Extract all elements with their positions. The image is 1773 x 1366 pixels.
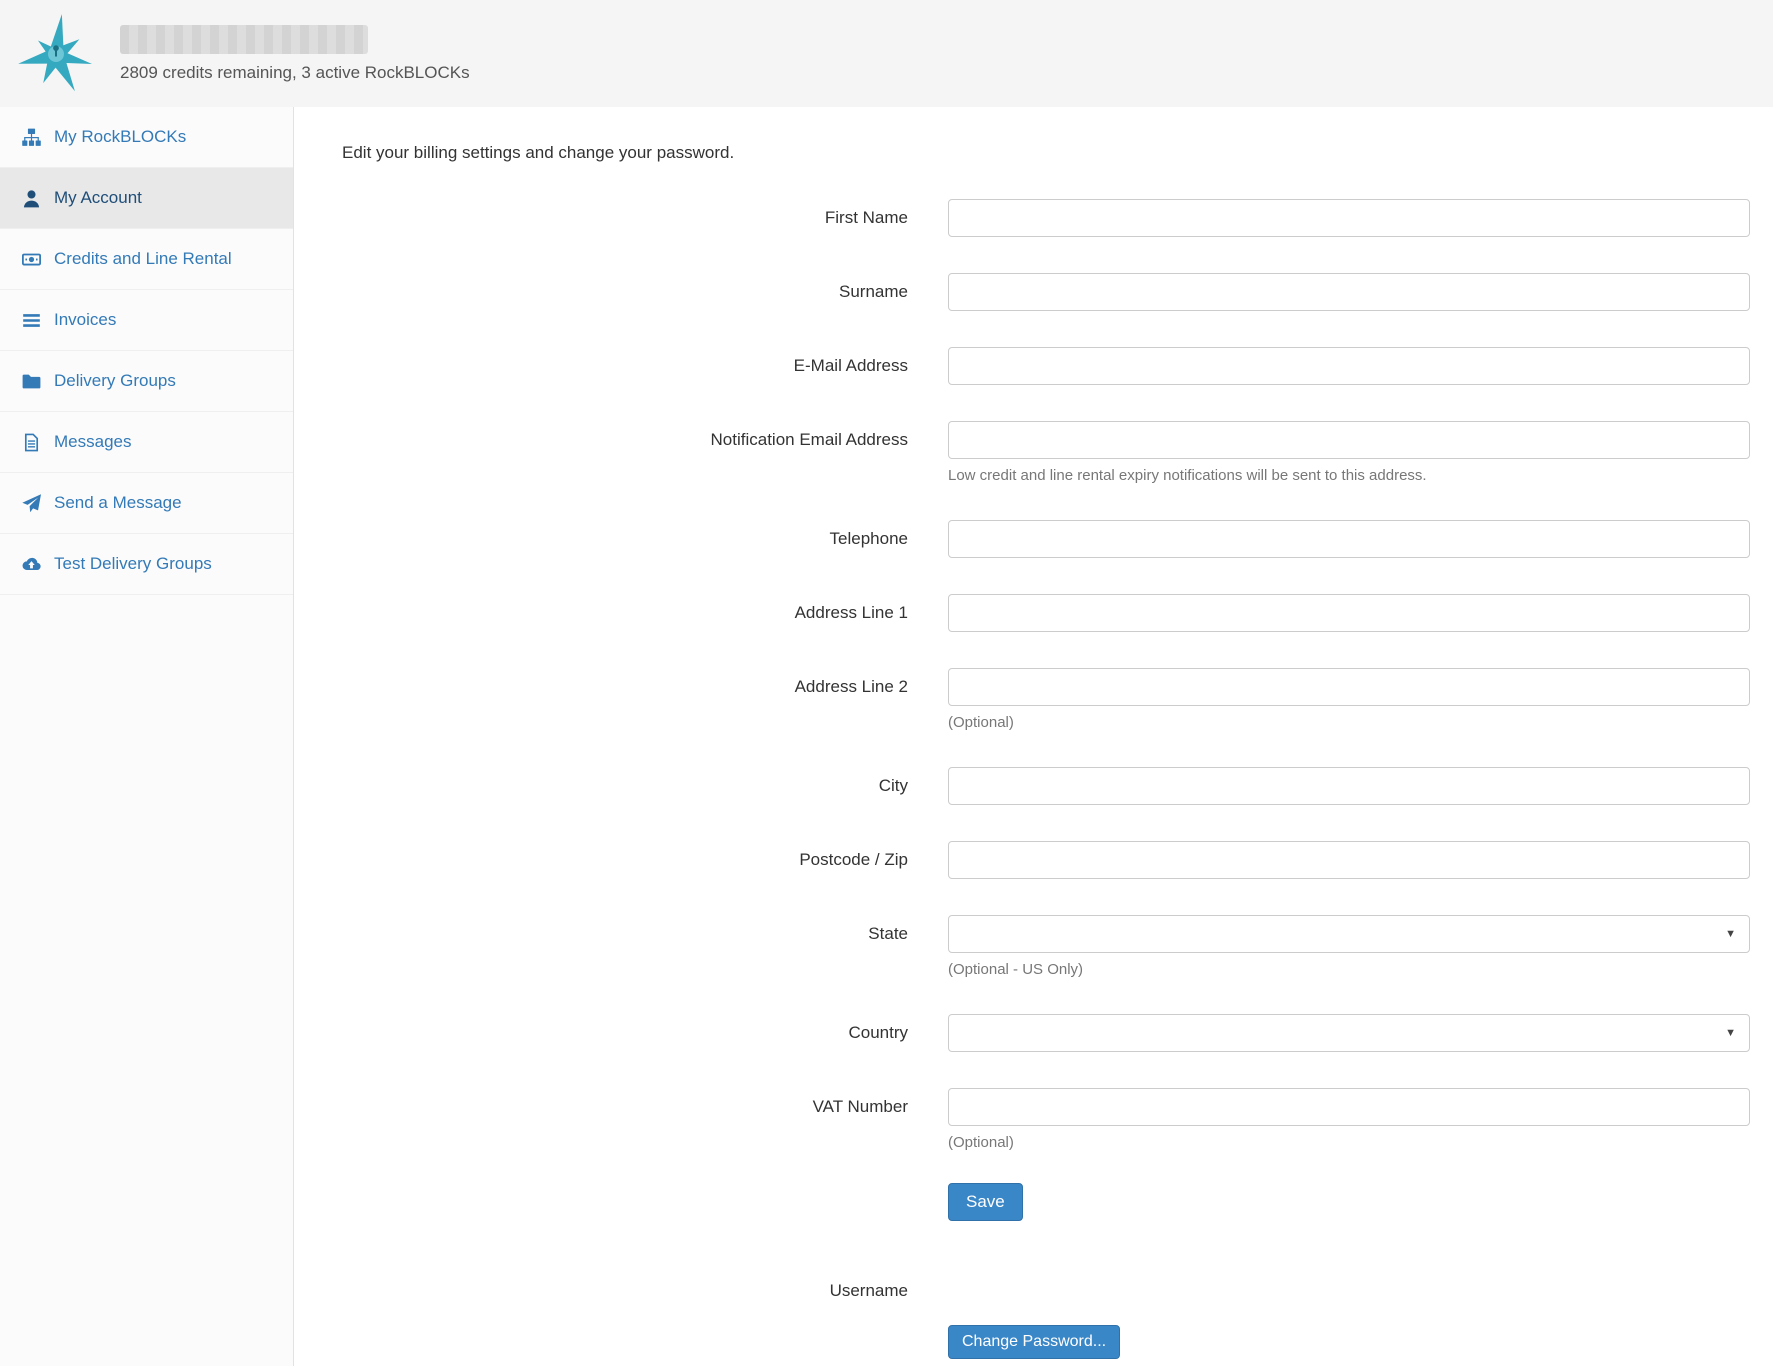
sidebar-item-credits-and-line-rental[interactable]: Credits and Line Rental — [0, 229, 293, 290]
vat-number-label: VAT Number — [812, 1097, 908, 1116]
account-section: Username Change Password... — [342, 1281, 1750, 1359]
chevron-down-icon: ▼ — [1725, 928, 1736, 940]
main-content: Edit your billing settings and change yo… — [294, 107, 1773, 1366]
telephone-label: Telephone — [829, 529, 908, 548]
sidebar-item-label: Test Delivery Groups — [54, 554, 212, 573]
notification-email-help: Low credit and line rental expiry notifi… — [948, 467, 1427, 484]
postcode-input[interactable] — [948, 841, 1750, 879]
sidebar-item-label: Credits and Line Rental — [54, 249, 232, 268]
address-line-1-input[interactable] — [948, 594, 1750, 632]
address-line-2-label: Address Line 2 — [794, 677, 908, 696]
form-row-username: Username — [342, 1281, 1750, 1301]
surname-label: Surname — [839, 282, 908, 301]
first-name-input[interactable] — [948, 199, 1750, 237]
form-row-address-line-1: Address Line 1 — [342, 594, 1750, 632]
email-label: E-Mail Address — [793, 356, 908, 375]
form-row-address-line-2: Address Line 2 (Optional) — [342, 668, 1750, 731]
save-button[interactable]: Save — [948, 1183, 1023, 1221]
notification-email-label: Notification Email Address — [710, 430, 908, 449]
form-row-vat: VAT Number (Optional) — [342, 1088, 1750, 1151]
sidebar-item-label: My Account — [54, 188, 142, 207]
postcode-label: Postcode / Zip — [799, 850, 908, 869]
list-icon — [22, 311, 41, 330]
surname-input[interactable] — [948, 273, 1750, 311]
sitemap-icon — [22, 128, 41, 147]
address-line-2-input[interactable] — [948, 668, 1750, 706]
file-icon — [22, 433, 41, 452]
username-label: Username — [829, 1281, 908, 1300]
form-row-change-password: Change Password... — [342, 1325, 1750, 1359]
sidebar-item-label: Messages — [54, 432, 132, 451]
folder-icon — [22, 372, 41, 391]
header-text: 2809 credits remaining, 3 active RockBLO… — [120, 24, 470, 83]
money-icon — [22, 250, 41, 269]
form-row-email: E-Mail Address — [342, 347, 1750, 385]
state-select[interactable]: ▼ — [948, 915, 1750, 953]
form-row-postcode: Postcode / Zip — [342, 841, 1750, 879]
email-input[interactable] — [948, 347, 1750, 385]
city-label: City — [878, 776, 908, 795]
sidebar-item-invoices[interactable]: Invoices — [0, 290, 293, 351]
cloud-upload-icon — [22, 555, 41, 574]
state-label: State — [868, 924, 908, 943]
first-name-label: First Name — [824, 208, 908, 227]
sidebar-item-label: Send a Message — [54, 493, 182, 512]
notification-email-input[interactable] — [948, 421, 1750, 459]
billing-form: First Name Surname E-Mail Address Notifi… — [342, 199, 1750, 1221]
form-row-city: City — [342, 767, 1750, 805]
country-label: Country — [848, 1023, 908, 1042]
starburst-logo-icon — [18, 13, 93, 91]
sidebar-item-send-a-message[interactable]: Send a Message — [0, 473, 293, 534]
sidebar-item-my-account[interactable]: My Account — [0, 168, 293, 229]
city-input[interactable] — [948, 767, 1750, 805]
form-row-notification-email: Notification Email Address Low credit an… — [342, 421, 1750, 484]
form-row-surname: Surname — [342, 273, 1750, 311]
address-line-1-label: Address Line 1 — [794, 603, 908, 622]
page: 2809 credits remaining, 3 active RockBLO… — [0, 0, 1773, 1366]
state-help: (Optional - US Only) — [948, 961, 1084, 978]
redacted-account-name — [120, 24, 368, 54]
sidebar-item-label: My RockBLOCKs — [54, 127, 187, 146]
form-row-telephone: Telephone — [342, 520, 1750, 558]
sidebar: My RockBLOCKs My Account Credits and Lin… — [0, 107, 294, 1366]
country-select[interactable]: ▼ — [948, 1014, 1750, 1052]
intro-text: Edit your billing settings and change yo… — [342, 143, 735, 162]
layout: My RockBLOCKs My Account Credits and Lin… — [0, 107, 1773, 1366]
sidebar-item-messages[interactable]: Messages — [0, 412, 293, 473]
rockblock-logo[interactable] — [12, 6, 100, 102]
sidebar-item-my-rockblocks[interactable]: My RockBLOCKs — [0, 107, 293, 168]
user-icon — [22, 189, 41, 208]
chevron-down-icon: ▼ — [1725, 1027, 1736, 1039]
paper-plane-icon — [22, 493, 41, 513]
credits-summary: 2809 credits remaining, 3 active RockBLO… — [120, 62, 470, 82]
change-password-button[interactable]: Change Password... — [948, 1325, 1121, 1359]
sidebar-item-delivery-groups[interactable]: Delivery Groups — [0, 351, 293, 412]
header: 2809 credits remaining, 3 active RockBLO… — [0, 0, 1773, 107]
sidebar-item-label: Delivery Groups — [54, 371, 176, 390]
form-row-first-name: First Name — [342, 199, 1750, 237]
form-row-state: State ▼ (Optional - US Only) — [342, 915, 1750, 978]
telephone-input[interactable] — [948, 520, 1750, 558]
address-line-2-help: (Optional) — [948, 714, 1014, 731]
form-row-country: Country ▼ — [342, 1014, 1750, 1052]
vat-number-input[interactable] — [948, 1088, 1750, 1126]
form-row-save: Save — [342, 1183, 1750, 1221]
vat-number-help: (Optional) — [948, 1134, 1014, 1151]
sidebar-item-label: Invoices — [54, 310, 117, 329]
sidebar-item-test-delivery-groups[interactable]: Test Delivery Groups — [0, 534, 293, 595]
